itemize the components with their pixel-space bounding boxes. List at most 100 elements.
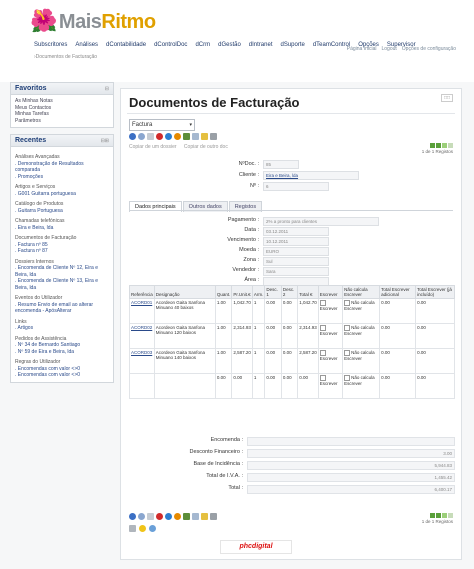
favorite-item[interactable]: Parâmetros bbox=[15, 118, 109, 125]
next-record-icon[interactable] bbox=[442, 513, 447, 518]
mail-icon[interactable] bbox=[201, 513, 208, 520]
recent-item[interactable]: . Eira e Beira, lda bbox=[15, 225, 109, 232]
refresh-icon[interactable] bbox=[129, 133, 136, 140]
no-calc-checkbox-cell[interactable]: Não calcula Escrever bbox=[342, 373, 381, 399]
recent-item[interactable]: . Encomenda de Cliente Nº 12, Eira e Bei… bbox=[15, 265, 109, 278]
cell-qty: 1.00 bbox=[214, 348, 233, 374]
detail-field-value[interactable]: Sul bbox=[263, 257, 329, 266]
top-nav-item[interactable]: dIntranet bbox=[249, 42, 273, 48]
top-nav-item[interactable]: dSuporte bbox=[280, 42, 304, 48]
top-link[interactable]: Opções de configuração bbox=[402, 46, 456, 52]
doc-number-field[interactable]: 85 bbox=[263, 160, 299, 169]
item-reference-link[interactable]: ACORD03 bbox=[129, 348, 155, 374]
top-link[interactable]: Logout bbox=[382, 46, 397, 52]
detail-field-value[interactable]: EURO bbox=[263, 247, 329, 256]
prev-record-icon[interactable] bbox=[436, 513, 441, 518]
document-icon[interactable] bbox=[147, 133, 154, 140]
print-icon[interactable] bbox=[174, 513, 181, 520]
recent-group: Links. Artigos bbox=[15, 319, 109, 332]
cell-qty: 1.00 bbox=[214, 323, 233, 349]
cell-arm: 1 bbox=[251, 298, 266, 324]
first-record-icon[interactable] bbox=[430, 143, 435, 148]
detail-field-value[interactable]: 03.12.2011 bbox=[263, 227, 329, 236]
star-icon[interactable] bbox=[139, 525, 146, 532]
prev-record-icon[interactable] bbox=[436, 143, 441, 148]
table-row[interactable]: ACORD03 Acordeon Gaita Sanfona Minuano 14… bbox=[129, 348, 455, 374]
footer-logo[interactable]: phcdigital bbox=[220, 540, 292, 554]
recent-item[interactable]: . Promoções bbox=[15, 174, 109, 181]
recent-item[interactable]: . Guitarra Portuguesa bbox=[15, 208, 109, 215]
panel-controls-icon[interactable]: ⊟⊞ bbox=[101, 138, 109, 144]
customer-field[interactable]: Eira e Beira, lda bbox=[263, 171, 359, 180]
item-reference-link[interactable] bbox=[129, 373, 155, 399]
recent-item[interactable]: . Encomenda de Cliente Nº 13, Eira e Bei… bbox=[15, 278, 109, 291]
recent-item[interactable]: . Resumo Envio de email ao alterar encom… bbox=[15, 302, 109, 315]
top-nav-item[interactable]: Análises bbox=[75, 42, 98, 48]
recent-item[interactable]: . Demonstração de Resultados comparada bbox=[15, 161, 109, 174]
recent-item[interactable]: . Factura nº 87 bbox=[15, 248, 109, 255]
write-checkbox-cell[interactable]: Escrever bbox=[317, 373, 344, 399]
detail-field-value[interactable]: Sara bbox=[263, 267, 329, 276]
collapse-icon[interactable]: ⊟ bbox=[105, 86, 109, 92]
info-icon[interactable] bbox=[165, 133, 172, 140]
favorites-title[interactable]: Favoritos bbox=[15, 85, 47, 92]
table-column-header: Total Escrever adicional bbox=[379, 285, 417, 299]
write-checkbox-cell[interactable]: Escrever bbox=[317, 348, 344, 374]
grid-icon[interactable] bbox=[183, 133, 190, 140]
no-calc-checkbox-cell[interactable]: Não calcula Escrever bbox=[342, 348, 381, 374]
top-nav-item[interactable]: Subscritores bbox=[34, 42, 67, 48]
recent-item[interactable]: . Nº 59 de Eira e Beira, lda bbox=[15, 349, 109, 356]
table-column-header: Total Escrever (já incluído) bbox=[415, 285, 455, 299]
users-icon[interactable] bbox=[149, 525, 156, 532]
recent-item[interactable]: . Artigos bbox=[15, 325, 109, 332]
delete-icon[interactable] bbox=[156, 513, 163, 520]
delete-icon[interactable] bbox=[156, 133, 163, 140]
copy-icon[interactable] bbox=[192, 133, 199, 140]
write-checkbox-cell[interactable]: Escrever bbox=[317, 323, 344, 349]
first-record-icon[interactable] bbox=[430, 513, 435, 518]
window-controls-icon[interactable]: □□ bbox=[440, 94, 453, 102]
customer-number-field[interactable]: 6 bbox=[263, 182, 329, 191]
edit-icon[interactable] bbox=[210, 513, 217, 520]
edit-icon[interactable] bbox=[210, 133, 217, 140]
copy-icon[interactable] bbox=[192, 513, 199, 520]
grid-icon[interactable] bbox=[183, 513, 190, 520]
recent-item[interactable]: . G001 Guitarra portuguesa bbox=[15, 191, 109, 198]
top-nav-item[interactable]: dControlDoc bbox=[154, 42, 187, 48]
refresh-icon[interactable] bbox=[129, 513, 136, 520]
checkbox-label: Escrever bbox=[319, 306, 338, 311]
item-reference-link[interactable]: ACORD01 bbox=[129, 298, 155, 324]
no-calc-checkbox-cell[interactable]: Não calcula Escrever bbox=[342, 323, 381, 349]
cell-arm: 1 bbox=[251, 323, 266, 349]
write-checkbox-cell[interactable]: Escrever bbox=[317, 298, 344, 324]
search-icon[interactable] bbox=[138, 133, 145, 140]
recent-item[interactable]: . Encomendas com valor <>0 bbox=[15, 372, 109, 379]
print-icon[interactable] bbox=[174, 133, 181, 140]
copy-from-document-link[interactable]: Copiar de outro doc bbox=[184, 144, 228, 150]
last-record-icon[interactable] bbox=[448, 143, 453, 148]
table-row[interactable]: ACORD02 Acordeon Gaita Sanfona Minuano 12… bbox=[129, 323, 455, 349]
document-icon[interactable] bbox=[147, 513, 154, 520]
top-link[interactable]: Página Inicial bbox=[347, 46, 377, 52]
top-nav-item[interactable]: dContabilidade bbox=[106, 42, 146, 48]
copy-from-dossier-link[interactable]: Copiar de um dossier bbox=[129, 144, 177, 150]
info-icon[interactable] bbox=[165, 513, 172, 520]
mail-icon[interactable] bbox=[201, 133, 208, 140]
document-type-select[interactable]: Factura ▾ bbox=[129, 119, 195, 131]
no-calc-checkbox-cell[interactable]: Não calcula Escrever bbox=[342, 298, 381, 324]
top-nav-item[interactable]: dCrm bbox=[195, 42, 210, 48]
next-record-icon[interactable] bbox=[442, 143, 447, 148]
top-nav-item[interactable]: dGestão bbox=[218, 42, 241, 48]
attachment-icon[interactable] bbox=[129, 525, 136, 532]
detail-field-value[interactable]: 10.12.2011 bbox=[263, 237, 329, 246]
app-logo[interactable]: 🌺 MaisRitmo bbox=[30, 8, 156, 34]
search-icon[interactable] bbox=[138, 513, 145, 520]
detail-field-value[interactable]: 2% a pronto para clientes bbox=[263, 217, 379, 226]
total-value: 5,944.83 bbox=[247, 461, 455, 470]
item-reference-link[interactable]: ACORD02 bbox=[129, 323, 155, 349]
last-record-icon[interactable] bbox=[448, 513, 453, 518]
recent-group: Catálogo de Produtos. Guitarra Portugues… bbox=[15, 201, 109, 214]
field-label: Cliente : bbox=[238, 171, 259, 178]
table-row[interactable]: ACORD01 Acordeon Gaita Sanfona Minuano 40… bbox=[129, 298, 455, 324]
table-row[interactable]: 0.00 0.00 1 0.00 0.00 0.00 Escrever Não calcula… bbox=[129, 373, 455, 399]
